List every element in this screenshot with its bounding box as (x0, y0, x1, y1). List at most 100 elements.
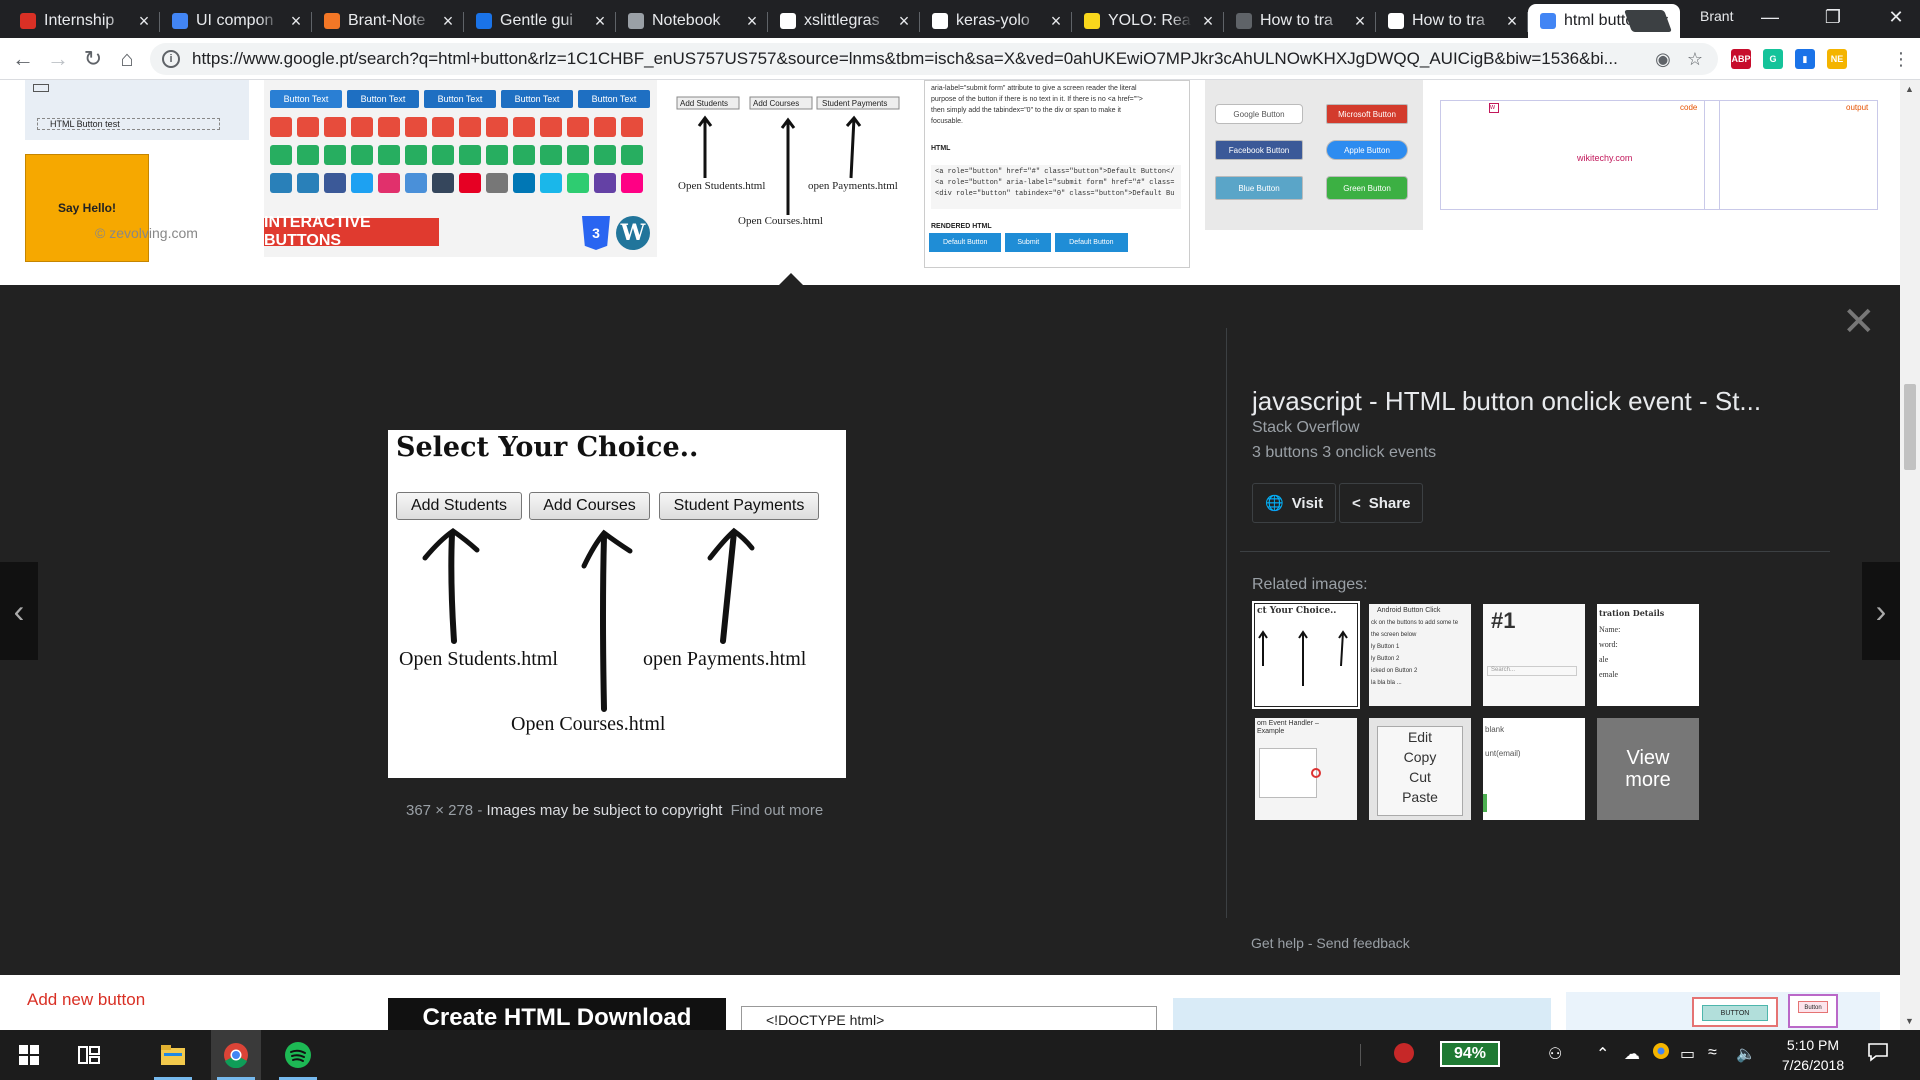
thumb-select-choice-small[interactable]: Add Students Add Courses Student Payment… (672, 80, 912, 240)
reload-icon[interactable]: ↻ (80, 46, 106, 72)
previous-image-icon[interactable]: ‹ (0, 562, 38, 660)
checkbox-icon (33, 84, 49, 92)
add-new-button-thumb-text[interactable]: Add new button (27, 990, 145, 1010)
browser-tab[interactable]: UI compon × (160, 4, 312, 38)
thumb-aria-code[interactable]: aria-label="submit form" attribute to gi… (924, 80, 1190, 268)
icon-button (621, 145, 643, 165)
tab-title: UI compon (196, 12, 274, 29)
share-button[interactable]: < Share (1339, 483, 1424, 523)
battery-percentage[interactable]: 94% (1440, 1041, 1500, 1067)
related-image-5[interactable]: om Event Handler – Example (1255, 718, 1357, 820)
volume-icon[interactable]: 🔈 (1736, 1044, 1756, 1064)
profile-name[interactable]: Brant (1700, 8, 1733, 24)
people-icon[interactable]: ⚇ (1548, 1044, 1562, 1064)
grammarly-icon[interactable]: G (1763, 49, 1783, 69)
antivirus-icon[interactable] (1393, 1042, 1415, 1069)
related-search: Search... (1487, 666, 1577, 676)
taskbar-clock[interactable]: 5:10 PM 7/26/2018 (1768, 1035, 1858, 1075)
tab-close-icon[interactable]: × (1352, 11, 1368, 32)
result-title[interactable]: javascript - HTML button onclick event -… (1252, 386, 1761, 417)
visit-button[interactable]: 🌐 Visit (1252, 483, 1337, 523)
view-more-button[interactable]: View more (1597, 718, 1699, 820)
minimize-icon[interactable]: — (1747, 0, 1793, 34)
windows-start-icon[interactable] (4, 1030, 54, 1080)
chrome-tray-icon[interactable] (1652, 1042, 1670, 1065)
bookmark-star-icon[interactable]: ☆ (1684, 48, 1706, 70)
related-image-6[interactable]: Edit Copy Cut Paste (1369, 718, 1471, 820)
scroll-up-icon[interactable]: ▲ (1905, 84, 1914, 94)
icon-button (621, 173, 643, 193)
related-image-7[interactable]: blank unt(email) (1483, 718, 1585, 820)
tab-close-icon[interactable]: × (1504, 11, 1520, 32)
back-icon[interactable]: ← (10, 46, 36, 72)
location-icon[interactable]: ◉ (1652, 48, 1674, 70)
browser-tab[interactable]: How to tra × (1224, 4, 1376, 38)
browser-tab[interactable]: YOLO: Real × (1072, 4, 1224, 38)
tab-close-icon[interactable]: × (288, 11, 304, 32)
scroll-thumb[interactable] (1904, 384, 1916, 470)
browser-tab[interactable]: How to tra × (1376, 4, 1528, 38)
spotify-icon[interactable] (273, 1030, 323, 1080)
browser-tab[interactable]: Brant-Note × (312, 4, 464, 38)
forward-icon[interactable]: → (45, 46, 71, 72)
windows-taskbar: 94% ⚇ ⌃ ☁ ▭ ≈ 🔈 5:10 PM 7/26/2018 (0, 1030, 1920, 1080)
create-html-download-thumb[interactable]: Create HTML Download (388, 998, 726, 1030)
new-tab-button[interactable] (1623, 10, 1673, 32)
preview-image[interactable]: Select Your Choice.. Add Students Add Co… (388, 430, 846, 778)
thumb-wikitechy[interactable]: w code output wikitechy.com (1440, 100, 1878, 210)
thumb-interactive-buttons[interactable]: Button Text Button Text Button Text Button … (264, 80, 657, 257)
rendered-button: Default Button (1055, 233, 1128, 252)
send-feedback-link[interactable]: Send feedback (1316, 935, 1409, 951)
page-scrollbar[interactable]: ▲ ▼ (1900, 80, 1920, 1030)
result-site[interactable]: Stack Overflow (1252, 419, 1360, 437)
home-icon[interactable]: ⌂ (114, 46, 140, 72)
related-image-3[interactable]: #1 Search... (1483, 604, 1585, 706)
scroll-down-icon[interactable]: ▼ (1905, 1016, 1914, 1026)
find-out-more-link[interactable]: Find out more (731, 802, 824, 819)
browser-tab[interactable]: Internship × (8, 4, 160, 38)
chrome-menu-icon[interactable]: ⋮ (1888, 46, 1914, 72)
adblock-icon[interactable]: ABP (1731, 49, 1751, 69)
url-text[interactable]: https://www.google.pt/search?q=html+butt… (192, 49, 1642, 69)
blue-thumb[interactable] (1173, 998, 1551, 1030)
wikitechy-text: wikitechy.com (1577, 153, 1633, 163)
notes-ext-icon[interactable]: NE (1827, 49, 1847, 69)
site-info-icon[interactable]: i (162, 50, 180, 68)
next-image-icon[interactable]: › (1862, 562, 1900, 660)
browser-tab[interactable]: keras-yolo × (920, 4, 1072, 38)
related-image-4[interactable]: tration Details Name: word: ale emale (1597, 604, 1699, 706)
onedrive-icon[interactable]: ☁ (1624, 1044, 1640, 1064)
tab-close-icon[interactable]: × (1200, 11, 1216, 32)
chrome-taskbar-icon[interactable] (211, 1030, 261, 1080)
doctype-thumb[interactable]: <!DOCTYPE html> (741, 1006, 1157, 1030)
window-close-icon[interactable]: ✕ (1873, 0, 1919, 34)
get-help-link[interactable]: Get help (1251, 935, 1304, 951)
bookmark-ext-icon[interactable]: ▮ (1795, 49, 1815, 69)
tab-close-icon[interactable]: × (440, 11, 456, 32)
thumb-html-button-test[interactable]: HTML Button test Say Hello! © zevolving.… (25, 80, 249, 266)
tab-close-icon[interactable]: × (136, 11, 152, 32)
browser-tab[interactable]: xslittlegras × (768, 4, 920, 38)
battery-icon[interactable]: ▭ (1680, 1044, 1695, 1064)
close-preview-icon[interactable]: ✕ (1842, 302, 1876, 342)
button-styles-thumb[interactable]: BUTTON Button (1566, 992, 1880, 1030)
browser-tab[interactable]: Gentle gui × (464, 4, 616, 38)
task-view-icon[interactable] (64, 1030, 114, 1080)
tab-close-icon[interactable]: × (1048, 11, 1064, 32)
action-center-icon[interactable] (1868, 1042, 1888, 1067)
address-bar[interactable]: i https://www.google.pt/search?q=html+bu… (150, 43, 1718, 75)
wifi-icon[interactable]: ≈ (1708, 1044, 1717, 1062)
tab-close-icon[interactable]: × (744, 11, 760, 32)
restore-icon[interactable]: ❐ (1810, 0, 1856, 34)
related-field: emale (1599, 670, 1619, 679)
show-hidden-icons[interactable]: ⌃ (1596, 1044, 1609, 1064)
browser-tab[interactable]: Notebook × (616, 4, 768, 38)
thumb-styled-buttons[interactable]: Google Button Microsoft Button Facebook Bu… (1205, 80, 1423, 230)
tab-close-icon[interactable]: × (592, 11, 608, 32)
related-image-2[interactable]: Android Button Click ck on the buttons t… (1369, 604, 1471, 706)
file-explorer-icon[interactable] (148, 1030, 198, 1080)
preview-label-students: Open Students.html (399, 648, 558, 670)
related-image-1[interactable]: ct Your Choice.. (1252, 601, 1360, 709)
tab-close-icon[interactable]: × (896, 11, 912, 32)
yolo-icon (1084, 13, 1100, 29)
